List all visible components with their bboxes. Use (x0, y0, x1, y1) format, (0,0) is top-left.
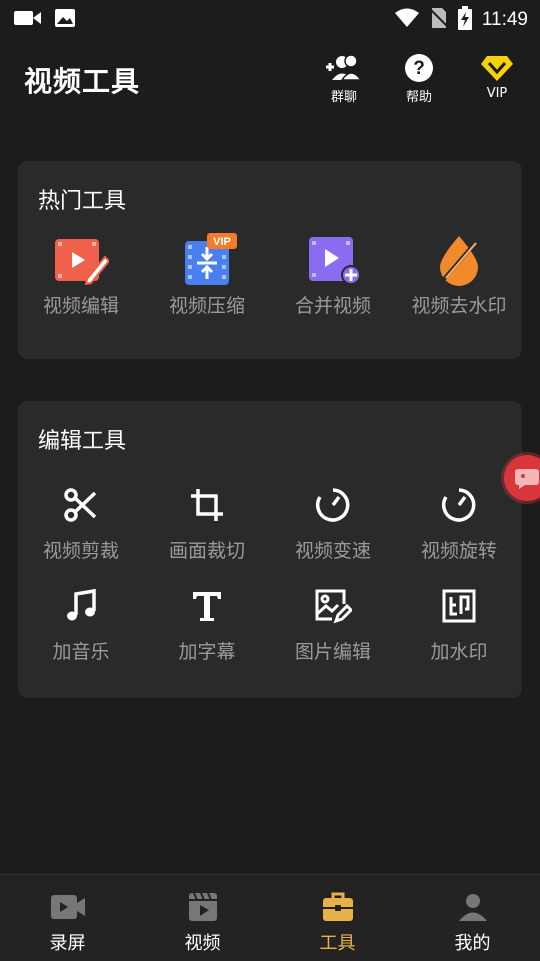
add-group-icon (314, 52, 374, 84)
wifi-icon (394, 7, 420, 33)
tool-add-watermark[interactable]: 加水印 (396, 579, 522, 664)
crop-icon (144, 478, 270, 532)
vip-diamond-icon (467, 52, 527, 84)
video-camera-icon (14, 9, 42, 31)
help-label: 帮助 (405, 90, 432, 105)
nav-label: 视频 (184, 933, 221, 954)
rotate-icon (396, 478, 522, 532)
tool-label: 视频变速 (294, 540, 371, 562)
tool-label: 视频压缩 (168, 295, 245, 317)
status-time: 11:49 (481, 9, 528, 30)
tool-image-edit[interactable]: 图片编辑 (270, 579, 396, 664)
nav-profile[interactable]: 我的 (405, 875, 540, 961)
video-clapper-icon (135, 889, 270, 925)
nav-videos[interactable]: 视频 (135, 875, 270, 961)
music-note-icon (18, 579, 144, 633)
tool-speed[interactable]: 视频变速 (270, 478, 396, 563)
edit-tools-row-1: 视频剪裁 画面裁切 视频变速 视频旋转 (18, 478, 522, 563)
hot-tools-grid: 视频编辑 VIP 视频压缩 合并视频 视频去水印 (18, 233, 522, 318)
image-edit-icon (270, 579, 396, 633)
edit-tools-title: 编辑工具 (38, 429, 127, 454)
group-chat-button[interactable]: 群聊 (314, 52, 374, 105)
nav-label: 我的 (454, 933, 491, 954)
tool-crop[interactable]: 画面裁切 (144, 478, 270, 563)
speed-icon (270, 478, 396, 532)
edit-tools-row-2: 加音乐 加字幕 图片编辑 加水印 (18, 579, 522, 664)
vip-label: VIP (486, 86, 508, 101)
floating-chat-icon (515, 469, 539, 493)
bottom-nav: 录屏 视频 工具 我的 (0, 874, 540, 961)
tool-add-music[interactable]: 加音乐 (18, 579, 144, 664)
svg-text:?: ? (413, 58, 425, 79)
tool-label: 加字幕 (178, 641, 236, 663)
tool-video-merge[interactable]: 合并视频 (270, 233, 396, 318)
tool-video-trim[interactable]: 视频剪裁 (18, 478, 144, 563)
tool-add-subtitle[interactable]: 加字幕 (144, 579, 270, 664)
battery-charging-icon (457, 6, 472, 34)
tool-rotate[interactable]: 视频旋转 (396, 478, 522, 563)
hot-tools-card: 热门工具 视频编辑 VIP 视频压缩 合并视频 视频去水印 (18, 161, 522, 359)
help-button[interactable]: ? 帮助 (389, 52, 449, 105)
tool-label: 视频旋转 (420, 540, 497, 562)
nav-label: 录屏 (49, 933, 86, 954)
tool-label: 加水印 (430, 641, 488, 663)
nav-tools[interactable]: 工具 (270, 875, 405, 961)
tool-remove-watermark[interactable]: 视频去水印 (396, 233, 522, 318)
app-header: 视频工具 群聊 ? 帮助 VIP (0, 44, 540, 114)
nav-record-screen[interactable]: 录屏 (0, 875, 135, 961)
toolbox-icon (270, 889, 405, 925)
image-icon (54, 8, 76, 32)
vip-button[interactable]: VIP (467, 52, 527, 101)
tool-label: 合并视频 (294, 295, 371, 317)
profile-icon (405, 889, 540, 925)
tool-label: 图片编辑 (294, 641, 371, 663)
video-compress-icon: VIP (144, 233, 270, 287)
hot-tools-title: 热门工具 (38, 189, 127, 214)
edit-tools-card: 编辑工具 视频剪裁 画面裁切 视频变速 视频旋转 加音乐 加字幕 图片编辑 加水… (18, 401, 522, 698)
help-icon: ? (389, 52, 449, 84)
vip-badge: VIP (213, 236, 231, 248)
watermark-stamp-icon (396, 579, 522, 633)
tool-label: 视频剪裁 (42, 540, 119, 562)
tool-label: 视频去水印 (411, 295, 507, 317)
video-merge-icon (270, 233, 396, 287)
tool-label: 加音乐 (52, 641, 110, 663)
nav-label: 工具 (319, 933, 356, 954)
video-edit-icon (18, 233, 144, 287)
text-icon (144, 579, 270, 633)
record-screen-icon (0, 889, 135, 925)
tool-label: 视频编辑 (42, 295, 119, 317)
no-sim-icon (429, 7, 449, 33)
status-bar: 11:49 (0, 0, 540, 36)
tool-video-edit[interactable]: 视频编辑 (18, 233, 144, 318)
tool-video-compress[interactable]: VIP 视频压缩 (144, 233, 270, 318)
page-title: 视频工具 (24, 65, 141, 98)
remove-watermark-icon (396, 233, 522, 287)
group-chat-label: 群聊 (330, 90, 357, 105)
scissors-icon (18, 478, 144, 532)
tool-label: 画面裁切 (168, 540, 245, 562)
